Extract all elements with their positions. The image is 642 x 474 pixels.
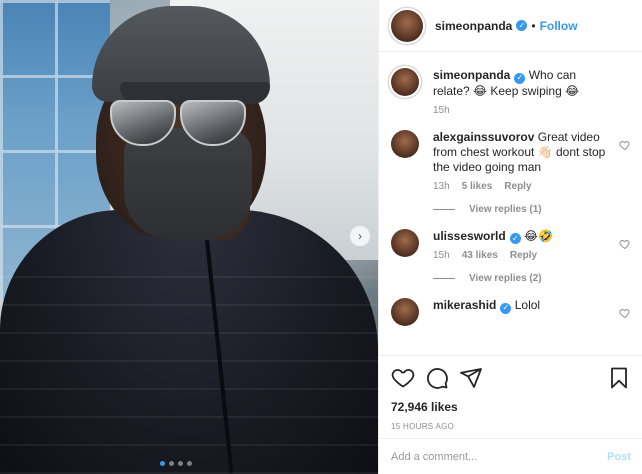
comment-item: alexgainssuvorov Great video from chest … [391,129,631,192]
caption: simeonpanda ✓ Who can relate? 😂 Keep swip… [391,68,631,116]
comment-input[interactable] [391,450,608,463]
comment-meta: 13h 5 likes Reply [433,181,611,192]
comment-meta: 15h 43 likes Reply [433,250,611,261]
carousel-dot [187,461,192,466]
view-replies-button[interactable]: View replies (1) [433,204,631,215]
bookmark-save-icon[interactable] [607,366,631,390]
replies-divider [433,278,455,279]
like-heart-icon[interactable] [391,366,415,390]
reply-button[interactable]: Reply [504,181,531,192]
comment-likes[interactable]: 5 likes [462,181,493,192]
like-comment-heart-icon[interactable] [619,139,631,151]
likes-count[interactable]: 72,946 likes [391,400,631,414]
comment-time: 15h [433,250,450,261]
carousel-dot [178,461,183,466]
share-send-icon[interactable] [459,366,483,390]
caption-time: 15h [433,104,450,116]
author-username[interactable]: simeonpanda [435,19,512,33]
carousel-dot [169,461,174,466]
comments-list[interactable]: simeonpanda ✓ Who can relate? 😂 Keep swip… [379,52,642,354]
comment-body: mikerashid ✓ Lolol [433,298,611,314]
comment-text: 😂🤣 [524,228,554,243]
verified-badge-icon: ✓ [500,302,512,314]
add-comment-bar: Post [379,438,642,474]
comment-item: mikerashid ✓ Lolol [391,298,631,326]
like-comment-heart-icon[interactable] [619,307,631,319]
chevron-right-icon[interactable]: › [350,226,370,246]
post-timestamp: 15 HOURS AGO [391,422,455,431]
commenter-username[interactable]: alexgainssuvorov [433,130,534,144]
action-icons [391,364,631,392]
carousel-dot-active [160,461,165,466]
verified-badge-icon: ✓ [516,20,528,31]
commenter-username[interactable]: ulissesworld [433,229,506,243]
caption-username[interactable]: simeonpanda [433,68,510,82]
follow-button[interactable]: Follow [540,19,578,33]
comment-likes[interactable]: 43 likes [462,250,498,261]
commenter-avatar[interactable] [391,298,419,326]
like-comment-heart-icon[interactable] [619,238,631,250]
caption-meta: 15h [433,105,611,116]
commenter-username[interactable]: mikerashid [433,298,496,312]
caption-body: simeonpanda ✓ Who can relate? 😂 Keep swip… [433,68,611,116]
reply-button[interactable]: Reply [510,250,537,261]
separator-dot: • [531,18,536,33]
comment-item: ulissesworld ✓ 😂🤣 15h 43 likes Reply [391,228,631,262]
comment-body: alexgainssuvorov Great video from chest … [433,130,611,192]
post-header: simeonpanda ✓ • Follow [379,0,642,52]
post-details-panel: simeonpanda ✓ • Follow simeonpanda ✓ Who … [378,0,642,474]
comment-bubble-icon[interactable] [425,366,449,390]
caption-avatar[interactable] [391,68,419,96]
verified-badge-icon: ✓ [514,72,526,84]
view-replies-button[interactable]: View replies (2) [433,273,631,284]
post-comment-button[interactable]: Post [607,451,631,463]
post-actions: 72,946 likes 15 HOURS AGO [379,355,642,431]
post-photo[interactable]: › [0,0,378,474]
view-replies-label: View replies (2) [469,273,542,284]
comment-text: Lolol [514,298,541,312]
jacket-quilting [0,250,378,474]
verified-badge-icon: ✓ [509,233,521,244]
commenter-avatar[interactable] [391,228,419,257]
replies-divider [433,208,455,210]
view-replies-label: View replies (1) [469,203,542,215]
author-avatar[interactable] [391,9,423,42]
commenter-avatar[interactable] [391,129,419,158]
carousel-indicator [160,461,192,466]
comment-time: 13h [433,180,450,192]
comment-body: ulissesworld ✓ 😂🤣 15h 43 likes Reply [433,229,611,262]
